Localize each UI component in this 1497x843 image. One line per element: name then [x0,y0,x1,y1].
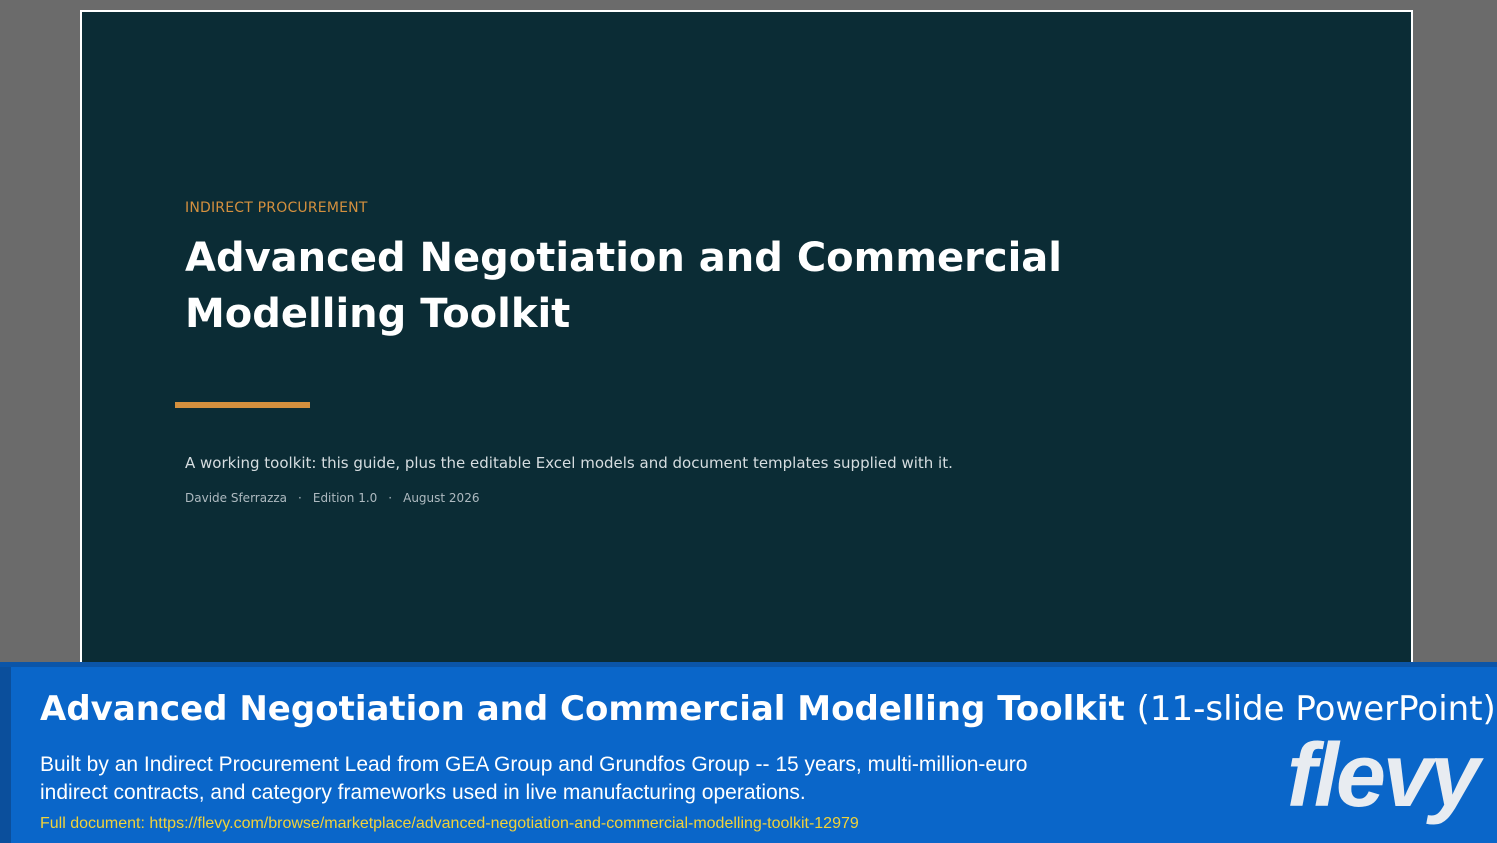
slide-subtitle: A working toolkit: this guide, plus the … [185,454,953,472]
document-banner: Advanced Negotiation and Commercial Mode… [0,662,1497,843]
banner-description: Built by an Indirect Procurement Lead fr… [40,753,1028,804]
meta-separator: · [298,491,302,505]
edition-label: Edition 1.0 [312,491,378,505]
flevy-logo[interactable]: flevy [1287,731,1480,821]
slide-eyebrow: INDIRECT PROCUREMENT [185,200,368,216]
meta-separator: · [388,491,393,505]
slide-title: Advanced Negotiation and Commercial Mode… [185,235,1062,337]
author-name: Davide Sferrazza [185,491,288,505]
banner-title-main: Advanced Negotiation and Commercial Mode… [40,689,1125,729]
banner-title-suffix: (11-slide PowerPoint) [1136,689,1496,729]
slide-meta: Davide Sferrazza · Edition 1.0 · August … [185,491,479,505]
date-label: August 2026 [403,491,480,505]
full-document-link[interactable]: Full document: https://flevy.com/browse/… [40,815,859,833]
banner-title: Advanced Negotiation and Commercial Mode… [40,689,1496,729]
accent-divider [175,402,310,408]
banner-edge [0,667,11,843]
slide-preview: INDIRECT PROCUREMENT Advanced Negotiatio… [80,10,1413,670]
